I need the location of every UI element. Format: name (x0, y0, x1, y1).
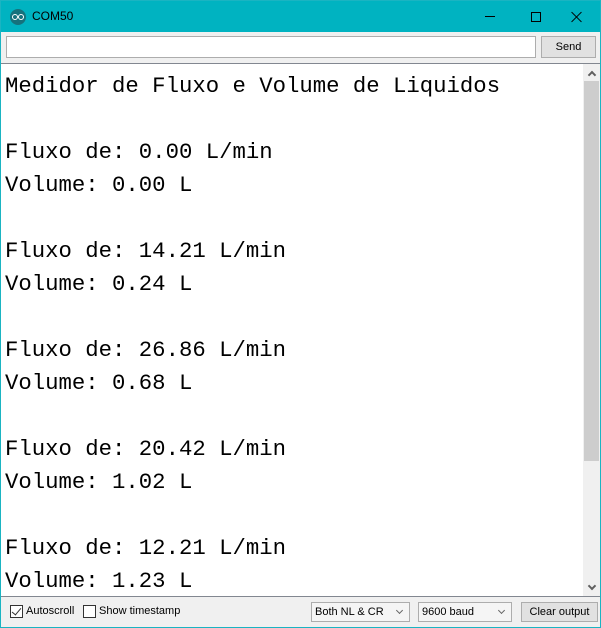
output-line: Fluxo de: 26.86 L/min (5, 337, 286, 363)
output-line: Fluxo de: 0.00 L/min (5, 139, 273, 165)
output-line: Volume: 1.02 L (5, 469, 193, 495)
chevron-up-icon (587, 70, 596, 79)
autoscroll-checkbox[interactable] (10, 605, 23, 618)
chevron-down-icon (395, 606, 404, 615)
serial-monitor-window: COM50 Send Medidor de Fluxo e Volume de … (0, 0, 601, 628)
title-bar[interactable]: COM50 (1, 1, 600, 32)
chevron-down-icon (587, 581, 596, 590)
maximize-button[interactable] (513, 1, 559, 32)
output-line: Volume: 0.00 L (5, 172, 193, 198)
close-button[interactable] (554, 1, 600, 32)
checkmark-icon (11, 605, 22, 616)
scroll-down-button[interactable] (583, 579, 600, 596)
show-timestamp-checkbox[interactable] (83, 605, 96, 618)
maximize-icon (531, 11, 541, 22)
output-line: Fluxo de: 14.21 L/min (5, 238, 286, 264)
output-line: Volume: 0.68 L (5, 370, 193, 396)
line-ending-select[interactable]: Both NL & CR (311, 602, 410, 622)
chevron-down-icon (497, 606, 506, 615)
baud-rate-value: 9600 baud (422, 606, 474, 618)
vertical-scrollbar[interactable] (583, 64, 600, 596)
minimize-icon (485, 16, 495, 17)
output-text: Medidor de Fluxo e Volume de Liquidos Flu… (5, 70, 581, 598)
close-icon (571, 11, 583, 23)
output-line: Fluxo de: 20.42 L/min (5, 436, 286, 462)
scroll-thumb[interactable] (584, 81, 599, 461)
output-line: Volume: 1.23 L (5, 568, 193, 594)
line-ending-value: Both NL & CR (315, 606, 384, 618)
output-line: Medidor de Fluxo e Volume de Liquidos (5, 73, 501, 99)
send-button[interactable]: Send (541, 36, 596, 58)
status-bar: Autoscroll Show timestamp Both NL & CR 9… (1, 598, 600, 627)
window-title: COM50 (32, 9, 74, 23)
arduino-icon (10, 9, 26, 25)
send-input[interactable] (6, 36, 536, 58)
show-timestamp-label[interactable]: Show timestamp (99, 605, 180, 617)
baud-rate-select[interactable]: 9600 baud (418, 602, 512, 622)
minimize-button[interactable] (467, 1, 513, 32)
serial-output[interactable]: Medidor de Fluxo e Volume de Liquidos Flu… (1, 63, 600, 597)
clear-output-button[interactable]: Clear output (521, 602, 598, 622)
scroll-up-button[interactable] (583, 64, 600, 81)
output-line: Fluxo de: 12.21 L/min (5, 535, 286, 561)
autoscroll-label[interactable]: Autoscroll (26, 605, 74, 617)
output-line: Volume: 0.24 L (5, 271, 193, 297)
